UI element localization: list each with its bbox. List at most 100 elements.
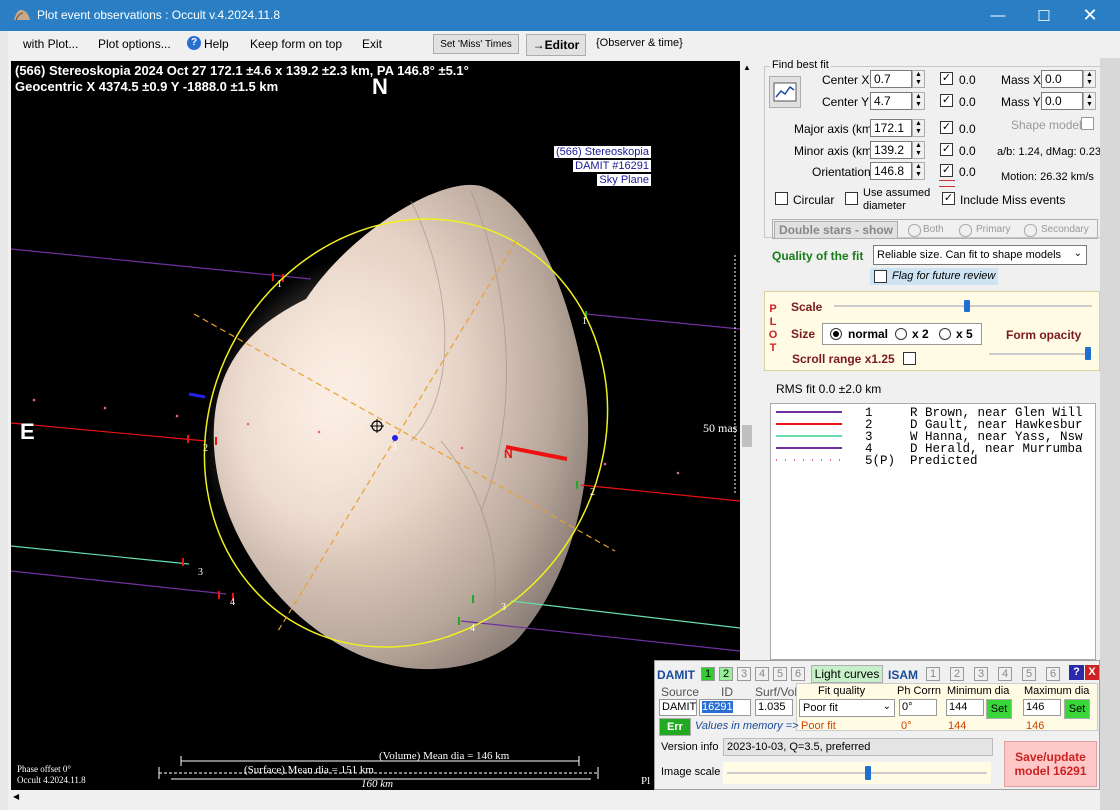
damit-model-5-button[interactable]: 5 — [773, 667, 787, 681]
scroll-range-checkbox[interactable] — [903, 352, 916, 365]
save-update-model-button[interactable]: Save/update model 16291 — [1004, 741, 1097, 787]
source-field[interactable]: DAMIT — [659, 699, 697, 716]
plot-letter: O — [768, 329, 778, 341]
maximize-icon[interactable]: ☐ — [1021, 0, 1067, 31]
menu-exit[interactable]: Exit — [362, 37, 382, 51]
damit-model-6-button[interactable]: 6 — [791, 667, 805, 681]
center-y-sigma: 0.0 — [959, 95, 976, 109]
isam-model-4-button[interactable]: 4 — [998, 667, 1012, 681]
scroll-left-icon[interactable]: ◀ — [13, 792, 19, 801]
editor-button[interactable]: →Editor — [526, 34, 586, 56]
ph-corr-field[interactable]: 0° — [899, 699, 937, 716]
app-icon — [14, 9, 30, 21]
size-normal-radio[interactable] — [830, 328, 842, 340]
memory-ph-corr: 0° — [901, 720, 912, 732]
set-max-dia-button[interactable]: Set — [1064, 699, 1090, 719]
orientation-spinner[interactable]: ▲ ▼ — [912, 162, 925, 180]
menu-plot-options[interactable]: Plot options... — [98, 37, 171, 51]
major-axis-input[interactable]: 172.1 — [870, 119, 912, 137]
isam-model-5-button[interactable]: 5 — [1022, 667, 1036, 681]
mass-y-input[interactable]: 0.0 — [1041, 92, 1083, 110]
scroll-thumb[interactable] — [742, 425, 752, 447]
image-scale-thumb[interactable] — [865, 766, 871, 780]
fix-center-x-checkbox[interactable]: ✓ — [940, 72, 953, 85]
center-y-input[interactable]: 4.7 — [870, 92, 912, 110]
include-miss-checkbox[interactable]: ✓ — [942, 192, 955, 205]
help-icon[interactable]: ? — [187, 36, 201, 50]
orientation-input[interactable]: 146.8 — [870, 162, 912, 180]
major-axis-spinner[interactable]: ▲ ▼ — [912, 119, 925, 137]
fit-quality-select[interactable]: Poor fit ⌄ — [799, 699, 895, 717]
quality-label: Quality of the fit — [772, 249, 864, 263]
observer-time-label[interactable]: {Observer & time} — [596, 37, 683, 49]
scroll-up-icon[interactable]: ▲ — [743, 63, 751, 72]
id-header: ID — [721, 685, 733, 699]
mass-x-input[interactable]: 0.0 — [1041, 70, 1083, 88]
circular-checkbox[interactable] — [775, 192, 788, 205]
scale-slider-thumb[interactable] — [964, 300, 970, 312]
damit-model-1-button[interactable]: 1 — [701, 667, 715, 681]
id-field[interactable]: 16291 — [699, 699, 751, 716]
fix-center-y-checkbox[interactable]: ✓ — [940, 94, 953, 107]
size-x5-radio[interactable] — [939, 328, 951, 340]
damit-model-4-button[interactable]: 4 — [755, 667, 769, 681]
minor-axis-spinner[interactable]: ▲ ▼ — [912, 141, 925, 159]
scale-slider[interactable] — [830, 298, 1096, 314]
max-dia-field[interactable]: 146 — [1023, 699, 1061, 716]
radio-secondary[interactable] — [1024, 224, 1037, 237]
volume-dia-label: (Volume) Mean dia = 146 km — [379, 750, 510, 762]
isam-model-2-button[interactable]: 2 — [950, 667, 964, 681]
chord-3-left — [11, 545, 190, 565]
radio-both[interactable] — [908, 224, 921, 237]
center-x-input[interactable]: 0.7 — [870, 70, 912, 88]
center-x-spinner[interactable]: ▲ ▼ — [912, 70, 925, 88]
surfvol-header: Surf/Vol — [755, 685, 798, 699]
mass-x-spinner[interactable]: ▲ ▼ — [1083, 70, 1096, 88]
image-scale-slider[interactable] — [723, 762, 991, 784]
set-miss-times-button[interactable]: Set 'Miss' Times — [433, 34, 519, 54]
isam-model-1-button[interactable]: 1 — [926, 667, 940, 681]
plot-area[interactable]: (566) Stereoskopia 2024 Oct 27 172.1 ±4.… — [11, 61, 740, 790]
close-icon[interactable]: X — [1085, 665, 1099, 680]
mas-scale-label: 50 mas — [703, 421, 738, 435]
flag-review-checkbox[interactable] — [874, 270, 887, 283]
mass-y-spinner[interactable]: ▲ ▼ — [1083, 92, 1096, 110]
fix-major-checkbox[interactable]: ✓ — [940, 121, 953, 134]
menu-keep-on-top[interactable]: Keep form on top — [250, 37, 342, 51]
observers-legend-list[interactable]: 1 R Brown, near Glen Will 2 D Gault, nea… — [770, 403, 1096, 660]
quality-select[interactable]: Reliable size. Can fit to shape models ⌄ — [873, 245, 1087, 265]
isam-model-3-button[interactable]: 3 — [974, 667, 988, 681]
help-icon[interactable]: ? — [1069, 665, 1084, 680]
minor-axis-input[interactable]: 139.2 — [870, 141, 912, 159]
err-button[interactable]: Err — [659, 718, 691, 736]
menu-help[interactable]: Help — [204, 37, 229, 51]
memory-max-dia: 146 — [1026, 720, 1045, 732]
fix-minor-checkbox[interactable]: ✓ — [940, 143, 953, 156]
best-fit-chart-button[interactable] — [769, 76, 801, 108]
opacity-slider-thumb[interactable] — [1085, 347, 1091, 360]
surfvol-field[interactable]: 1.035 — [755, 699, 793, 716]
shape-model-checkbox[interactable] — [1081, 117, 1094, 130]
set-min-dia-button[interactable]: Set — [986, 699, 1012, 719]
isam-model-6-button[interactable]: 6 — [1046, 667, 1060, 681]
menu-with-plot[interactable]: with Plot... — [23, 37, 78, 51]
plot-header-line2: Geocentric X 4374.5 ±0.9 Y -1888.0 ±1.5 … — [15, 79, 279, 94]
use-assumed-diameter-checkbox[interactable] — [845, 192, 858, 205]
light-curves-button[interactable]: Light curves — [811, 665, 883, 683]
size-x2-radio[interactable] — [895, 328, 907, 340]
double-stars-button[interactable]: Double stars - show — [774, 221, 898, 239]
damit-model-3-button[interactable]: 3 — [737, 667, 751, 681]
close-icon[interactable]: ✕ — [1067, 0, 1113, 31]
minimize-icon[interactable]: — — [975, 0, 1021, 31]
min-dia-field[interactable]: 144 — [946, 699, 984, 716]
center-y-spinner[interactable]: ▲ ▼ — [912, 92, 925, 110]
fix-orientation-checkbox[interactable]: ✓ — [940, 164, 953, 177]
chord-2-left — [11, 422, 207, 442]
memory-fit-quality: Poor fit — [801, 720, 836, 732]
radio-primary[interactable] — [959, 224, 972, 237]
version-info-field: 2023-10-03, Q=3.5, preferred — [723, 738, 993, 756]
plot-horizontal-scrollbar[interactable]: ◀ — [11, 790, 740, 804]
form-opacity-slider[interactable] — [985, 345, 1095, 363]
damit-model-2-button[interactable]: 2 — [719, 667, 733, 681]
major-sigma: 0.0 — [959, 122, 976, 136]
